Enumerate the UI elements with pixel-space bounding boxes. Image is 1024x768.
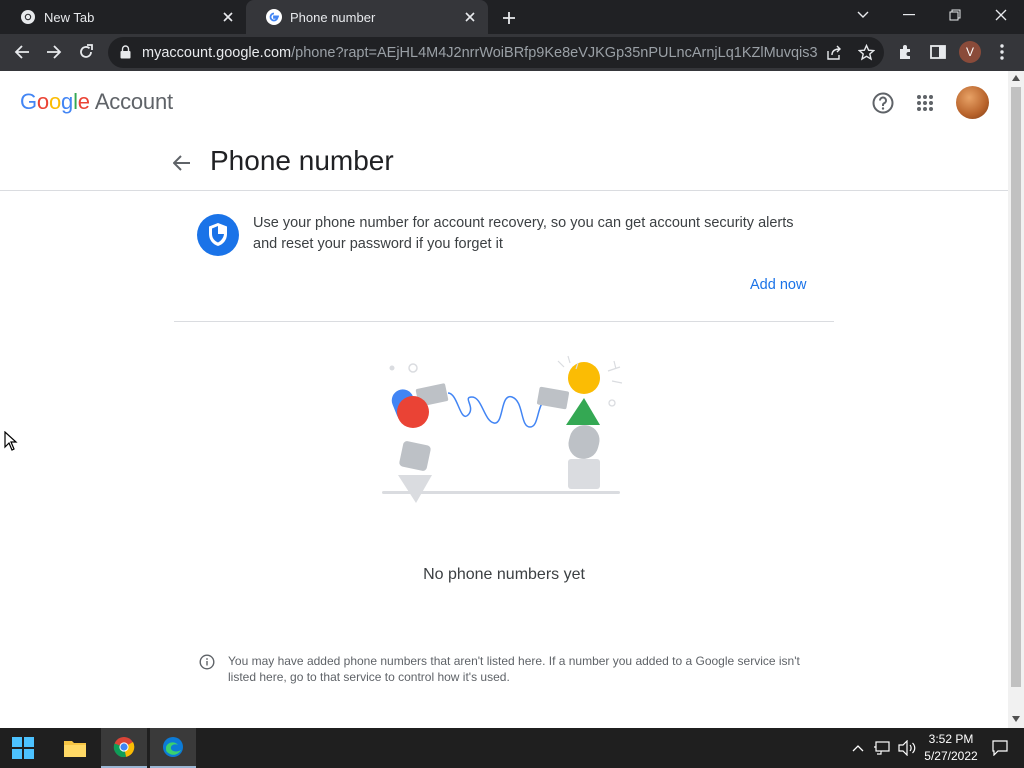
edge-icon <box>163 737 183 757</box>
section-divider <box>174 321 834 322</box>
close-icon <box>995 9 1007 21</box>
empty-phones-illustration <box>382 355 623 503</box>
security-shield-icon <box>197 214 239 256</box>
new-tab-button[interactable] <box>498 7 520 29</box>
speaker-icon <box>898 740 916 756</box>
reload-icon <box>80 44 93 58</box>
minimize-icon <box>903 14 915 16</box>
lock-icon[interactable] <box>120 45 131 59</box>
logo-product: Account <box>94 89 173 114</box>
arrow-back-icon <box>173 155 190 171</box>
help-icon <box>872 92 894 114</box>
reload-button[interactable] <box>72 38 100 66</box>
chrome-icon <box>113 737 135 758</box>
avatar: V <box>959 41 981 63</box>
mouse-cursor-icon <box>4 431 18 451</box>
chrome-taskbar-button[interactable] <box>101 728 147 768</box>
share-icon[interactable] <box>826 45 842 61</box>
footer-note: You may have added phone numbers that ar… <box>228 654 800 684</box>
windows-logo-icon <box>12 737 34 759</box>
forward-button[interactable] <box>40 38 68 66</box>
folder-icon <box>64 741 86 757</box>
tab-title: New Tab <box>44 9 95 25</box>
volume-button[interactable] <box>896 728 918 768</box>
close-tab-icon[interactable] <box>462 9 478 25</box>
page-content: Google Account Phone number Use your phon… <box>0 71 1008 728</box>
network-button[interactable] <box>872 728 892 768</box>
arrow-left-icon <box>14 45 29 59</box>
google-g-icon <box>266 9 282 25</box>
network-icon <box>874 741 890 755</box>
chevron-down-icon <box>857 11 869 18</box>
browser-toolbar: myaccount.google.com/phone?rapt=AEjHL4M4… <box>0 34 1024 71</box>
info-icon <box>199 654 215 670</box>
apps-button[interactable] <box>911 89 939 117</box>
notification-icon <box>992 740 1008 756</box>
back-button[interactable] <box>170 151 194 175</box>
recovery-message: Use your phone number for account recove… <box>253 215 794 252</box>
url-text[interactable]: myaccount.google.com/phone?rapt=AEjHL4M4… <box>142 45 818 61</box>
arrow-right-icon <box>47 45 62 59</box>
back-button[interactable] <box>8 38 36 66</box>
clock-date: 5/27/2022 <box>924 749 978 763</box>
tab-strip: New Tab Phone number <box>0 0 1024 34</box>
star-icon[interactable] <box>858 44 875 61</box>
address-bar[interactable]: myaccount.google.com/phone?rapt=AEjHL4M4… <box>108 37 884 68</box>
add-now-link[interactable]: Add now <box>750 277 806 293</box>
plus-icon <box>503 12 515 24</box>
tab-new-tab[interactable]: New Tab <box>0 0 246 34</box>
clock-time: 3:52 PM <box>928 732 974 746</box>
google-account-logo[interactable]: Google Account <box>20 89 173 115</box>
edge-taskbar-button[interactable] <box>150 728 196 768</box>
close-tab-icon[interactable] <box>220 9 236 25</box>
system-clock[interactable]: 3:52 PM 5/27/2022 <box>916 731 986 765</box>
url-host: myaccount.google.com <box>142 45 292 61</box>
start-button[interactable] <box>0 728 46 768</box>
chrome-icon <box>21 10 35 24</box>
page-title: Phone number <box>210 145 394 176</box>
scroll-thumb[interactable] <box>1011 87 1021 687</box>
empty-state-text: No phone numbers yet <box>423 566 585 583</box>
windows-taskbar: 3:52 PM 5/27/2022 <box>0 728 1024 768</box>
profile-button[interactable]: V <box>956 38 984 66</box>
page-scrollbar[interactable] <box>1008 71 1024 728</box>
tab-phone-number[interactable]: Phone number <box>246 0 488 34</box>
header-divider <box>0 190 1008 191</box>
more-vert-icon <box>1000 44 1004 60</box>
puzzle-icon <box>900 45 910 59</box>
account-avatar[interactable] <box>956 86 989 119</box>
tab-search-button[interactable] <box>840 0 886 30</box>
menu-button[interactable] <box>988 38 1016 66</box>
show-hidden-icons-button[interactable] <box>848 728 868 768</box>
notifications-button[interactable] <box>988 728 1012 768</box>
apps-grid-icon <box>917 95 933 111</box>
tab-title: Phone number <box>290 9 376 25</box>
side-panel-icon <box>930 45 946 59</box>
chevron-up-icon <box>852 745 864 752</box>
google-wordmark: Google <box>20 89 90 114</box>
url-path: /phone?rapt=AEjHL4M4J2nrrWoiBRfp9Ke8eVJK… <box>291 45 818 61</box>
restore-icon <box>949 9 961 21</box>
scroll-down-icon[interactable] <box>1012 716 1020 722</box>
help-button[interactable] <box>869 89 897 117</box>
minimize-button[interactable] <box>886 0 932 30</box>
file-explorer-button[interactable] <box>52 728 98 768</box>
restore-button[interactable] <box>932 0 978 30</box>
scroll-up-icon[interactable] <box>1012 75 1020 81</box>
side-panel-button[interactable] <box>924 38 952 66</box>
extensions-button[interactable] <box>892 38 920 66</box>
close-window-button[interactable] <box>978 0 1024 30</box>
